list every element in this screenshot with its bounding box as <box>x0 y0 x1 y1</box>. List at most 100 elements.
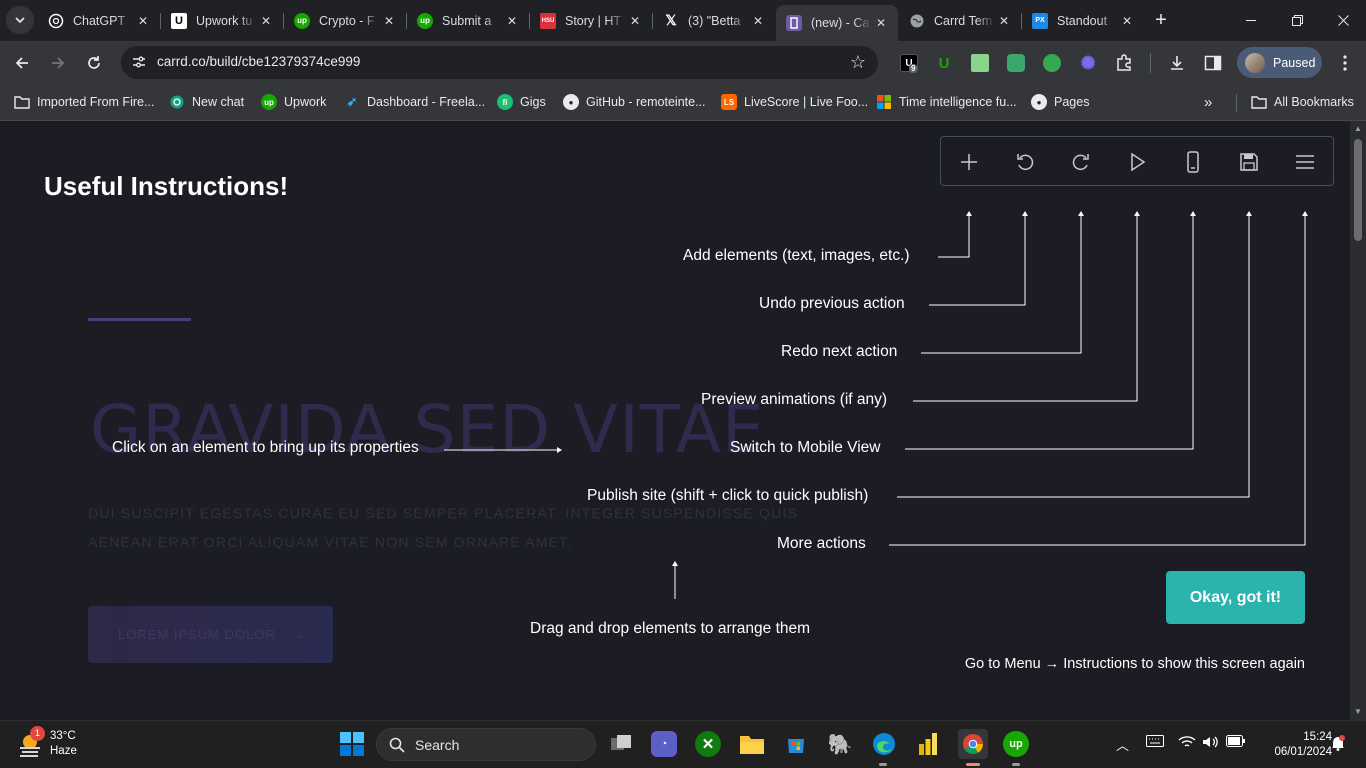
close-icon[interactable]: ✕ <box>503 14 521 28</box>
close-icon[interactable]: ✕ <box>995 14 1013 28</box>
puzzle-icon[interactable] <box>1115 54 1133 72</box>
bookmark-new-chat[interactable]: New chat <box>169 92 244 112</box>
search-label: Search <box>415 736 460 753</box>
browser-menu-button[interactable] <box>1331 49 1359 77</box>
tab-strip: ChatGPT ✕ U Upwork tu ✕ up Crypto - F ✕ … <box>0 0 1366 41</box>
tab-search-button[interactable] <box>6 6 34 34</box>
bookmark-upwork[interactable]: up Upwork <box>261 92 326 112</box>
notification-bell-icon[interactable] <box>1331 735 1345 754</box>
windows-taskbar: 1 33°C Haze Search ◔ ✕ 🐘 up ︿ 15:24 06/0… <box>0 720 1366 768</box>
upwork-icon: up <box>261 94 277 110</box>
forward-button[interactable] <box>44 49 72 77</box>
x-icon: 𝕏 <box>665 12 677 28</box>
side-panel-icon[interactable] <box>1204 54 1222 72</box>
tab-title: (new) - Ca <box>811 16 870 30</box>
chevron-up-icon[interactable]: ︿ <box>1116 735 1129 754</box>
freelancer-icon: ➶ <box>346 94 358 109</box>
postgresql-icon[interactable]: 🐘 <box>827 731 853 757</box>
close-window-button[interactable] <box>1320 0 1366 40</box>
wifi-icon[interactable] <box>1178 735 1196 752</box>
tab-crypto[interactable]: up Crypto - F ✕ <box>284 6 406 35</box>
bookmark-github-remote[interactable]: ● GitHub - remoteinte... <box>563 92 706 112</box>
okay-got-it-button[interactable]: Okay, got it! <box>1166 571 1305 624</box>
windows-start-icon[interactable] <box>339 731 365 757</box>
bookmark-gigs[interactable]: fi Gigs <box>497 92 546 112</box>
weather-widget[interactable]: 1 33°C Haze <box>16 726 77 759</box>
bookmark-freelancer[interactable]: ➶ Dashboard - Freela... <box>344 92 486 112</box>
task-view-icon[interactable] <box>608 731 634 757</box>
restore-button[interactable] <box>1274 0 1320 40</box>
minimize-button[interactable] <box>1228 0 1274 40</box>
profile-button[interactable]: Paused <box>1237 47 1322 78</box>
minimize-icon <box>1246 19 1256 21</box>
xbox-icon[interactable]: ✕ <box>695 731 721 757</box>
chrome-icon[interactable] <box>958 729 988 759</box>
new-tab-button[interactable]: + <box>1150 9 1172 31</box>
arrow-right-icon <box>52 57 65 69</box>
bookmark-label: Gigs <box>520 95 546 109</box>
page-scrollbar[interactable]: ▲ ▼ <box>1350 121 1366 720</box>
close-icon[interactable]: ✕ <box>872 16 890 30</box>
bookmark-livescore[interactable]: LS LiveScore | Live Foo... <box>721 92 868 112</box>
upwork-icon[interactable]: up <box>1003 731 1029 757</box>
reload-icon <box>88 56 100 69</box>
microsoft-store-icon[interactable] <box>783 731 809 757</box>
tab-title: ChatGPT <box>73 13 126 28</box>
tab-chatgpt[interactable]: ChatGPT ✕ <box>38 6 160 35</box>
reload-button[interactable] <box>80 49 108 77</box>
scrollbar-thumb[interactable] <box>1354 139 1362 241</box>
weather-temperature: 33°C <box>50 730 76 742</box>
taskbar-search[interactable]: Search <box>376 728 596 761</box>
tab-x[interactable]: 𝕏 (3) "Betta ✕ <box>653 6 775 35</box>
tab-submit[interactable]: up Submit a ✕ <box>407 6 529 35</box>
tab-title: Standout <box>1057 13 1108 28</box>
tab-standout[interactable]: PX Standout ✕ <box>1022 6 1144 35</box>
close-icon[interactable]: ✕ <box>1118 14 1136 28</box>
px-icon: PX <box>1032 12 1048 29</box>
tab-carrd-templates[interactable]: Carrd Tem ✕ <box>899 6 1021 35</box>
upwork-running-indicator <box>1012 763 1020 766</box>
bookmark-imported[interactable]: Imported From Fire... <box>14 92 154 112</box>
close-icon[interactable]: ✕ <box>626 14 644 28</box>
download-icon[interactable] <box>1168 54 1186 72</box>
battery-icon[interactable] <box>1226 735 1246 750</box>
gear-extension-icon[interactable]: ✺ <box>1079 53 1097 73</box>
close-icon[interactable]: ✕ <box>134 14 152 28</box>
tab-title: Carrd Tem <box>934 13 993 28</box>
teams-icon[interactable]: ◔ <box>651 731 677 757</box>
note-click-element: Click on an element to bring up its prop… <box>112 439 419 456</box>
tab-upwork-tu[interactable]: U Upwork tu ✕ <box>161 6 283 35</box>
address-bar[interactable]: carrd.co/build/cbe12379374ce999 ☆ <box>121 46 878 79</box>
tab-carrd-active[interactable]: (new) - Ca ✕ <box>776 5 898 41</box>
site-info-icon[interactable] <box>131 54 147 70</box>
chevron-down-icon <box>15 17 25 23</box>
close-icon[interactable]: ✕ <box>257 14 275 28</box>
upwork-extension-icon[interactable]: U <box>935 54 953 72</box>
bookmark-time-intelligence[interactable]: Time intelligence fu... <box>876 92 1017 112</box>
close-icon[interactable]: ✕ <box>380 14 398 28</box>
bookmark-star-icon[interactable]: ☆ <box>850 52 866 73</box>
scroll-down-arrow-icon[interactable]: ▼ <box>1353 707 1363 717</box>
all-bookmarks-button[interactable]: All Bookmarks <box>1251 92 1354 112</box>
chrome-active-indicator <box>966 763 980 766</box>
scroll-up-arrow-icon[interactable]: ▲ <box>1353 124 1363 134</box>
github-icon: ● <box>1031 94 1047 110</box>
restore-icon <box>1291 14 1303 26</box>
bookmark-pages[interactable]: ● Pages <box>1031 92 1089 112</box>
android-extension-icon[interactable] <box>1043 54 1061 72</box>
power-bi-icon[interactable] <box>915 731 941 757</box>
upwork-u-extension-icon[interactable]: U 9 <box>900 54 918 73</box>
carrd-builder-page: GRAVIDA SED VITAE DUI SUSCIPIT EGESTAS C… <box>0 121 1350 720</box>
clipboard-extension-icon[interactable] <box>971 54 989 72</box>
volume-icon[interactable] <box>1202 735 1220 752</box>
edge-icon[interactable] <box>871 731 897 757</box>
tab-story[interactable]: HSU Story | HT ✕ <box>530 6 652 35</box>
url-text: carrd.co/build/cbe12379374ce999 <box>157 54 361 69</box>
bookmarks-overflow-chevron-icon[interactable]: » <box>1204 92 1212 112</box>
keyboard-icon[interactable] <box>1146 735 1164 750</box>
close-icon[interactable]: ✕ <box>749 14 767 28</box>
cat-extension-icon[interactable] <box>1007 54 1025 72</box>
file-explorer-icon[interactable] <box>739 731 765 757</box>
back-button[interactable] <box>8 49 36 77</box>
system-clock[interactable]: 15:24 06/01/2024 <box>1254 730 1332 760</box>
